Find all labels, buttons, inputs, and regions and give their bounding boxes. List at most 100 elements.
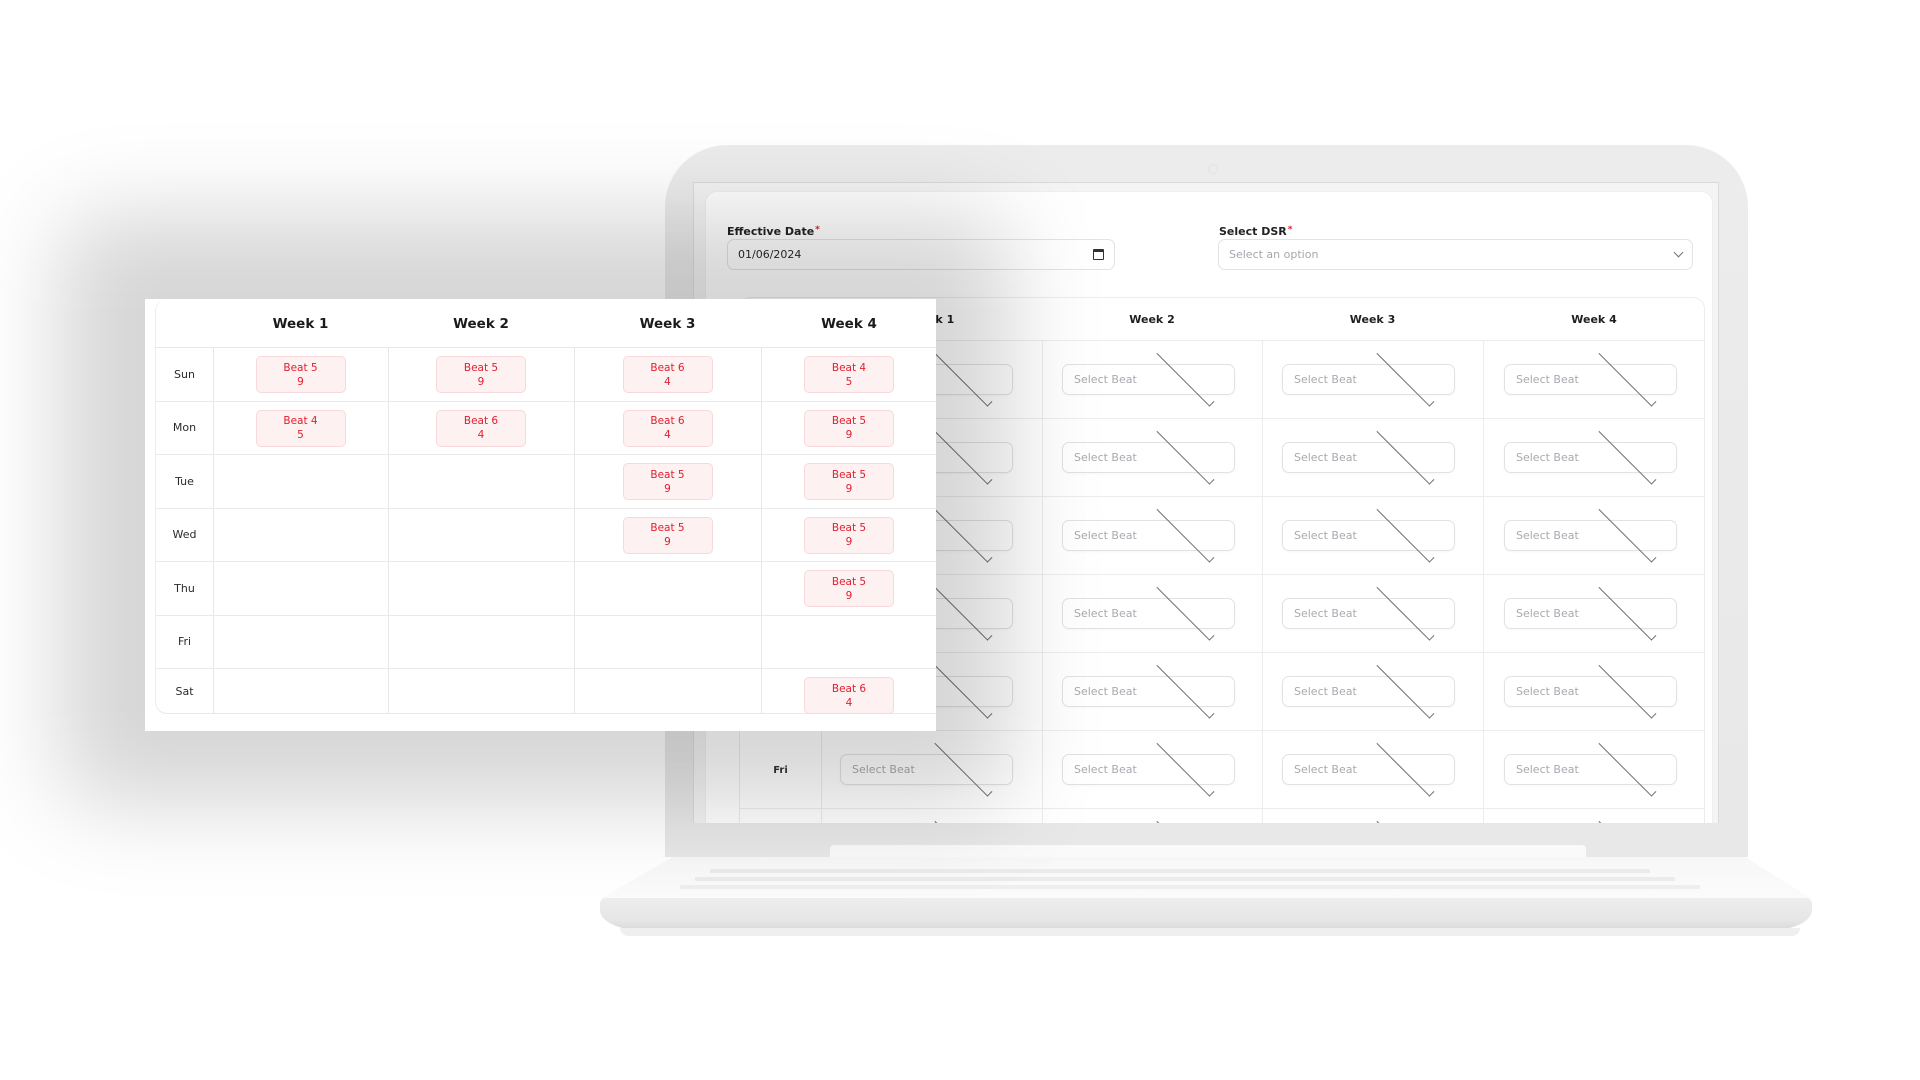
beat-name: Beat 5: [831, 415, 867, 427]
chevron-down-icon: [1673, 247, 1684, 258]
beat-count: 4: [664, 429, 671, 441]
laptop-camera: [1208, 164, 1218, 174]
calendar-icon[interactable]: [1093, 249, 1104, 260]
beat-count: 9: [664, 482, 671, 495]
schedule-row-tue: Tue Beat 5 9 Beat 59: [156, 455, 936, 509]
chevron-down-icon: [1597, 582, 1656, 641]
select-beat-placeholder: Select Beat: [1294, 607, 1357, 620]
select-beat-placeholder: Select Beat: [1516, 373, 1579, 386]
select-beat-week-3[interactable]: Select Beat: [1282, 660, 1455, 719]
select-beat-placeholder: Select Beat: [1294, 763, 1357, 776]
select-dsr-label: Select DSR*: [1219, 225, 1293, 238]
select-dsr-placeholder: Select an option: [1229, 248, 1319, 261]
chevron-down-icon: [1375, 348, 1434, 407]
select-beat-placeholder: Select Beat: [1516, 685, 1579, 698]
beat-chip[interactable]: Beat 4 5: [255, 409, 346, 447]
beat-chip[interactable]: Beat 64: [622, 356, 713, 393]
chevron-down-icon: [1597, 738, 1656, 797]
beat-count: 5: [297, 429, 304, 441]
chevron-down-icon: [1375, 816, 1434, 823]
select-beat-week-2[interactable]: Select Beat: [1062, 660, 1235, 719]
select-beat-placeholder: Select Beat: [1294, 529, 1357, 542]
chevron-down-icon: [1155, 738, 1214, 797]
beat-name: Beat 6: [463, 415, 499, 427]
beat-name: Beat 5: [831, 575, 867, 588]
select-beat-week-3[interactable]: Select Beat: [1282, 426, 1455, 485]
chevron-down-icon: [1155, 660, 1214, 719]
beat-chip[interactable]: Beat 6 4: [436, 409, 526, 447]
chevron-down-icon: [933, 816, 992, 823]
beat-name: Beat 5: [831, 468, 867, 481]
select-beat-week-4[interactable]: Select Beat: [1504, 348, 1677, 407]
beat-name: Beat 4: [283, 415, 318, 427]
day-label: Wed: [172, 528, 197, 542]
select-beat-week-4[interactable]: Select Beat: [1504, 582, 1677, 641]
select-beat-week-3[interactable]: Select Beat: [1282, 738, 1455, 797]
select-beat-week-2[interactable]: Select Beat: [1062, 582, 1235, 641]
select-beat-placeholder: Select Beat: [1516, 529, 1579, 542]
schedule-row-wed: Wed Beat 5 9 Beat 5 9: [156, 509, 936, 562]
beat-chip[interactable]: Beat 6 4: [622, 409, 713, 447]
chevron-down-icon: [1597, 660, 1656, 719]
select-beat-week-2[interactable]: Select Beat: [1062, 426, 1235, 485]
beat-name: Beat 6: [831, 682, 867, 695]
chevron-down-icon: [1597, 504, 1656, 563]
beat-count: 4: [477, 429, 485, 441]
beat-chip[interactable]: Beat 5 9: [622, 516, 713, 554]
select-beat-placeholder: Select Beat: [1516, 763, 1579, 776]
select-beat-week-3[interactable]: Select Beat: [1282, 582, 1455, 641]
select-dsr-dropdown[interactable]: Select an option: [1218, 239, 1693, 270]
select-beat-week-4[interactable]: Select Beat: [1504, 660, 1677, 719]
schedule-header-week-1: Week 1: [272, 315, 329, 332]
beat-row-sat: SatSelect BeatSelect BeatSelect BeatSele…: [740, 809, 1704, 823]
schedule-table: Week 1 Week 2 Week 3 Week 4 Sun Beat 5 9 Be…: [155, 299, 936, 714]
select-beat-placeholder: Select Beat: [1074, 529, 1137, 542]
chevron-down-icon: [1597, 816, 1656, 823]
select-beat-week-4[interactable]: Select Beat: [1504, 504, 1677, 563]
beat-name: Beat 5: [463, 361, 499, 374]
beat-chip[interactable]: Beat 5 9: [804, 516, 894, 554]
select-beat-week-3[interactable]: Select Beat: [1282, 348, 1455, 407]
beat-chip[interactable]: Beat 45: [804, 356, 894, 393]
select-beat-week-2[interactable]: Select Beat: [1062, 348, 1235, 407]
day-label: Sat: [175, 685, 194, 698]
beat-name: Beat 5: [831, 522, 867, 534]
schedule-row-fri: Fri: [156, 616, 936, 669]
chevron-down-icon: [1375, 504, 1434, 563]
schedule-row-mon: Mon Beat 4 5 Beat 6 4 Beat 6 4 Beat 5 9: [156, 402, 936, 455]
schedule-header-week-2: Week 2: [453, 315, 509, 332]
laptop-keyboard-deck: [600, 857, 1812, 899]
select-beat-week-2[interactable]: Select Beat: [1062, 504, 1235, 563]
beat-chip[interactable]: Beat 59: [804, 570, 894, 607]
beat-chip[interactable]: Beat 59: [804, 463, 894, 500]
select-beat-placeholder: Select Beat: [1074, 373, 1137, 386]
beat-count: 9: [845, 536, 853, 548]
beat-chip[interactable]: Beat 59: [622, 463, 713, 500]
laptop-hinge: [830, 845, 1586, 858]
beat-name: Beat 5: [283, 361, 318, 374]
beat-chip[interactable]: Beat 64: [804, 677, 894, 714]
beat-chip[interactable]: Beat 59: [804, 409, 894, 447]
schedule-card: Week 1 Week 2 Week 3 Week 4 Sun Beat 5 9 Be…: [145, 299, 936, 731]
chevron-down-icon: [1155, 504, 1214, 563]
beat-count: 5: [845, 375, 853, 388]
day-label: Sun: [174, 367, 195, 381]
keyboard-row: [680, 885, 1700, 889]
beat-name: Beat 5: [650, 522, 685, 534]
select-beat-placeholder: Select Beat: [1516, 607, 1579, 620]
beat-name: Beat 4: [831, 361, 867, 374]
select-beat-week-4[interactable]: Select Beat: [1504, 426, 1677, 485]
laptop-base: [600, 898, 1812, 930]
beat-count: 9: [664, 536, 671, 548]
beat-chip[interactable]: Beat 59: [436, 356, 526, 393]
schedule-header: Week 1 Week 2 Week 3 Week 4: [156, 299, 936, 348]
select-beat-placeholder: Select Beat: [1074, 763, 1137, 776]
select-beat-week-4[interactable]: Select Beat: [1504, 738, 1677, 797]
schedule-row-thu: Thu Beat 59: [156, 562, 936, 616]
beat-name: Beat 6: [650, 415, 685, 427]
beat-chip[interactable]: Beat 59: [255, 356, 346, 393]
beat-name: Beat 5: [650, 468, 685, 481]
select-beat-week-2[interactable]: Select Beat: [1062, 738, 1235, 797]
day-label: Thu: [174, 581, 195, 595]
select-beat-week-3[interactable]: Select Beat: [1282, 504, 1455, 563]
